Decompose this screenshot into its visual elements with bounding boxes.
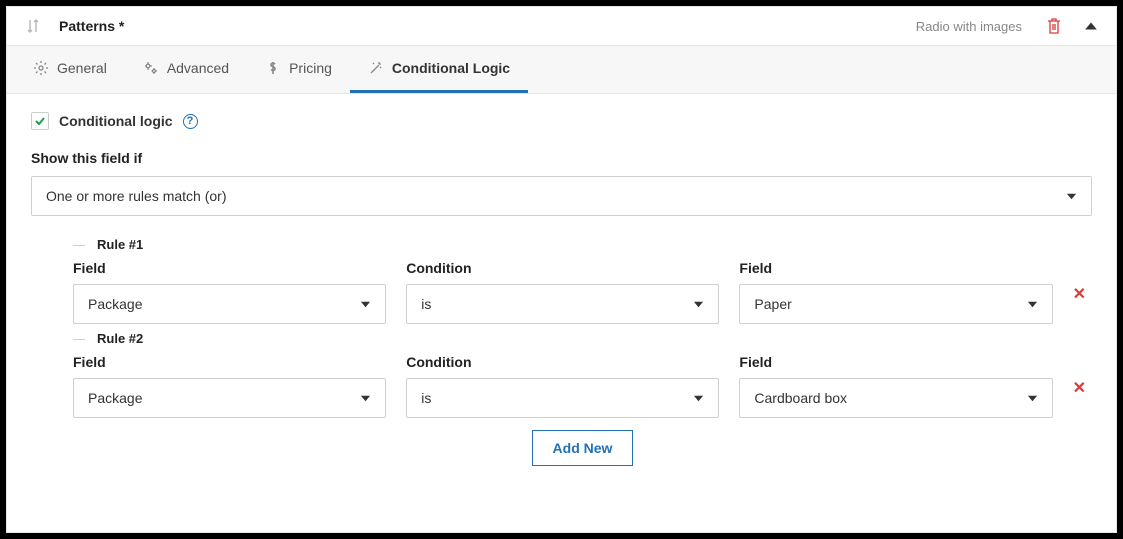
rule-field-value: Package — [88, 390, 142, 406]
rule-value-select[interactable]: Cardboard box — [739, 378, 1052, 418]
rule-legend: Rule #2 — [91, 331, 149, 346]
enable-conditional-checkbox[interactable] — [31, 112, 49, 130]
condition-label: Condition — [406, 354, 719, 370]
tab-advanced[interactable]: Advanced — [125, 46, 247, 93]
rule-value-select[interactable]: Paper — [739, 284, 1052, 324]
tabs-bar: General Advanced Pricing Conditional Log… — [7, 46, 1116, 94]
chevron-down-icon — [360, 299, 371, 310]
add-new-button[interactable]: Add New — [532, 430, 634, 466]
tab-general[interactable]: General — [15, 46, 125, 93]
rule-field-select[interactable]: Package — [73, 378, 386, 418]
gears-icon — [143, 60, 159, 76]
rule-condition-value: is — [421, 390, 431, 406]
show-if-label: Show this field if — [31, 150, 1092, 166]
remove-rule-button[interactable]: ✕ — [1073, 378, 1092, 408]
collapse-toggle[interactable] — [1084, 19, 1098, 33]
rule-value-value: Paper — [754, 296, 791, 312]
tab-pricing-label: Pricing — [289, 60, 332, 76]
rule-condition-select[interactable]: is — [406, 378, 719, 418]
help-icon[interactable]: ? — [183, 114, 198, 129]
chevron-down-icon — [1066, 191, 1077, 202]
rule-1: Rule #1 Field Package Condition is — [73, 240, 1092, 324]
chevron-down-icon — [1027, 393, 1038, 404]
chevron-down-icon — [693, 393, 704, 404]
wand-icon — [368, 60, 384, 76]
tab-conditional-label: Conditional Logic — [392, 60, 510, 76]
chevron-down-icon — [1027, 299, 1038, 310]
rule-2: Rule #2 Field Package Condition is — [73, 334, 1092, 418]
options-panel: Patterns * Radio with images General Adv… — [6, 6, 1117, 533]
match-mode-value: One or more rules match (or) — [46, 188, 227, 204]
tab-pricing[interactable]: Pricing — [247, 46, 350, 93]
delete-button[interactable] — [1046, 17, 1062, 35]
check-icon — [34, 115, 46, 127]
rule-legend: Rule #1 — [91, 237, 149, 252]
gear-icon — [33, 60, 49, 76]
drag-handle-icon[interactable] — [25, 18, 41, 34]
field-type-label: Radio with images — [916, 19, 1022, 34]
panel-header: Patterns * Radio with images — [7, 7, 1116, 46]
tab-advanced-label: Advanced — [167, 60, 229, 76]
value-label: Field — [739, 260, 1052, 276]
rules-area: Rule #1 Field Package Condition is — [31, 240, 1092, 466]
chevron-down-icon — [693, 299, 704, 310]
rule-field-value: Package — [88, 296, 142, 312]
dollar-icon — [265, 60, 281, 76]
match-mode-select[interactable]: One or more rules match (or) — [31, 176, 1092, 216]
rule-condition-select[interactable]: is — [406, 284, 719, 324]
rule-condition-value: is — [421, 296, 431, 312]
tab-content: Conditional logic ? Show this field if O… — [7, 94, 1116, 532]
field-label: Field — [73, 260, 386, 276]
tab-general-label: General — [57, 60, 107, 76]
enable-conditional-row: Conditional logic ? — [31, 112, 1092, 130]
tab-conditional-logic[interactable]: Conditional Logic — [350, 46, 528, 93]
rule-field-select[interactable]: Package — [73, 284, 386, 324]
value-label: Field — [739, 354, 1052, 370]
condition-label: Condition — [406, 260, 719, 276]
rule-value-value: Cardboard box — [754, 390, 847, 406]
panel-title: Patterns * — [59, 18, 124, 34]
enable-conditional-label: Conditional logic — [59, 113, 173, 129]
field-label: Field — [73, 354, 386, 370]
remove-rule-button[interactable]: ✕ — [1073, 284, 1092, 314]
chevron-down-icon — [360, 393, 371, 404]
